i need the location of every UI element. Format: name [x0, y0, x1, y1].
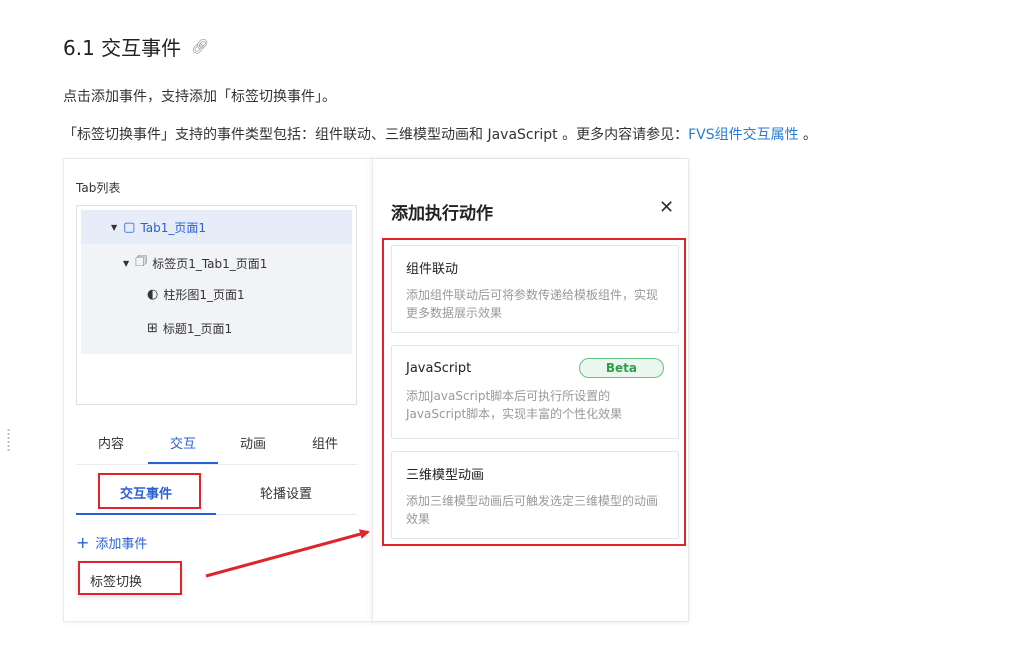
tree-item-label: 标签页1_Tab1_页面1 — [152, 256, 268, 271]
folder-icon: 🗇 — [135, 254, 148, 269]
doc-title: 6.1 交互事件 🔗︎ — [63, 32, 209, 61]
screenshot-frame: Tab列表 ▼ ▢ Tab1_页面1 ▼ 🗇 标签页1_Tab1_页面1 ◐ 柱… — [63, 158, 689, 622]
pie-chart-icon: ◐ — [147, 287, 159, 302]
tree-item-barchart1[interactable]: ◐ 柱形图1_页面1 — [147, 286, 245, 303]
tab-carousel-settings[interactable]: 轮播设置 — [260, 483, 312, 502]
tab-list-label: Tab列表 — [76, 181, 121, 195]
caret-down-icon[interactable]: ▼ — [123, 259, 129, 268]
tab-content[interactable]: 内容 — [98, 433, 124, 452]
main-tabs: 内容 交互 动画 组件 — [76, 421, 357, 465]
plus-icon: + — [76, 532, 90, 552]
highlight-box-actions — [382, 238, 686, 546]
tree-item-tabpage1[interactable]: ▼ 🗇 标签页1_Tab1_页面1 — [123, 252, 267, 274]
drag-handle-icon[interactable] — [7, 428, 10, 452]
close-icon[interactable]: ✕ — [659, 197, 674, 218]
tree-item-label: 标题1_页面1 — [162, 322, 233, 336]
tree-item-title1[interactable]: ⊞ 标题1_页面1 — [147, 320, 232, 337]
highlight-box-subtab — [98, 473, 201, 509]
tab-animation[interactable]: 动画 — [240, 433, 266, 452]
tab-switch-event-option[interactable]: 标签切换 — [78, 561, 182, 595]
tree-item-label: 柱形图1_页面1 — [163, 288, 245, 302]
fvs-interaction-link[interactable]: FVS组件交互属性 — [688, 127, 799, 143]
doc-title-text: 6.1 交互事件 — [63, 36, 182, 60]
tab-tree: ▼ ▢ Tab1_页面1 ▼ 🗇 标签页1_Tab1_页面1 ◐ 柱形图1_页面… — [76, 205, 357, 405]
add-action-panel: 添加执行动作 ✕ 组件联动 添加组件联动后可将参数传递给模板组件，实现更多数据展… — [372, 159, 688, 621]
text-box-icon: ⊞ — [147, 321, 158, 336]
detail-text: 「标签切换事件」支持的事件类型包括：组件联动、三维模型动画和 JavaScrip… — [63, 127, 689, 143]
add-event-button[interactable]: + 添加事件 — [76, 533, 147, 552]
tree-item-label: Tab1_页面1 — [140, 220, 207, 235]
panel-title: 添加执行动作 — [391, 204, 493, 224]
tab-interaction[interactable]: 交互 — [170, 433, 196, 452]
active-tab-underline — [148, 462, 218, 464]
detail-paragraph: 「标签切换事件」支持的事件类型包括：组件联动、三维模型动画和 JavaScrip… — [63, 124, 817, 144]
tab-component[interactable]: 组件 — [312, 433, 338, 452]
left-settings-panel: Tab列表 ▼ ▢ Tab1_页面1 ▼ 🗇 标签页1_Tab1_页面1 ◐ 柱… — [64, 159, 371, 621]
page-icon: ▢ — [123, 219, 136, 235]
active-subtab-underline — [76, 513, 216, 515]
caret-down-icon[interactable]: ▼ — [111, 223, 117, 232]
link-icon[interactable]: 🔗︎ — [191, 39, 209, 55]
intro-paragraph: 点击添加事件，支持添加「标签切换事件」。 — [63, 89, 336, 105]
tree-item-tab1[interactable]: ▼ ▢ Tab1_页面1 — [81, 210, 352, 244]
add-event-label: 添加事件 — [95, 537, 148, 552]
detail-suffix: 。 — [798, 127, 818, 143]
